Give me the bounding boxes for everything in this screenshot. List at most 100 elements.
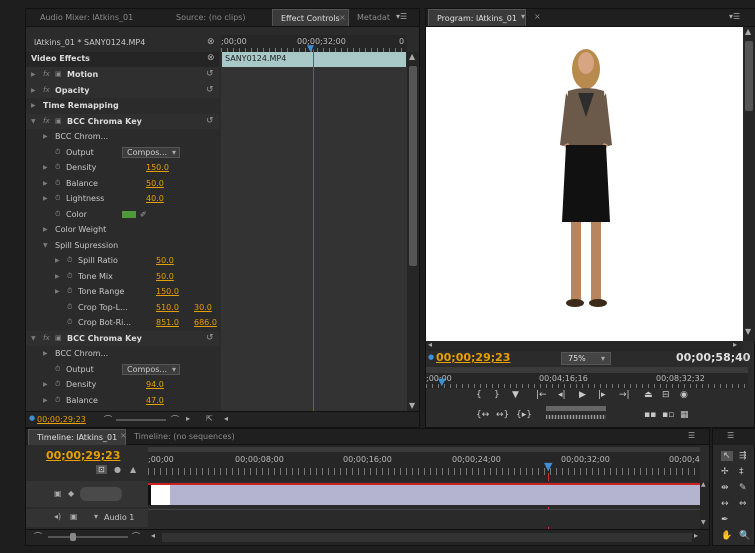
collapsed-triangle-icon[interactable]: ▶ [55, 284, 60, 300]
marker-icon[interactable]: ▼ [512, 390, 519, 400]
toggle-timeline-icon[interactable]: ⊗ [207, 37, 215, 47]
timeline-vscroll-down-icon[interactable]: ▼ [701, 519, 706, 526]
timeline-current-time[interactable]: 00;00;29;23 [46, 449, 120, 462]
panel-menu-icon[interactable]: ▾☰ [396, 12, 407, 21]
stopwatch-icon[interactable]: ⏱ [67, 315, 72, 331]
effect-row-value[interactable]: 510.0 [156, 300, 179, 316]
go-to-out-icon[interactable]: →| [619, 390, 630, 400]
color-swatch[interactable] [122, 210, 136, 218]
stopwatch-icon[interactable]: ⏱ [67, 300, 72, 316]
collapsed-triangle-icon[interactable]: ▶ [43, 393, 48, 409]
effect-row-value[interactable]: 150.0 [146, 160, 169, 176]
shuttle-slider[interactable] [546, 415, 606, 419]
stopwatch-icon[interactable]: ⏱ [55, 362, 60, 378]
collapsed-triangle-icon[interactable]: ▶ [43, 160, 48, 176]
scroll-down-arrow-icon[interactable]: ▼ [409, 401, 415, 410]
effect-row[interactable]: ▶ ⏱ Tone Range 150.0 [26, 284, 219, 300]
rolling-edit-tool-icon[interactable]: ‡ [739, 467, 744, 477]
ripple-edit-tool-icon[interactable]: ✢ [721, 467, 729, 477]
timeline-zoom-out-icon[interactable]: ⌒ [34, 531, 42, 542]
effect-row[interactable]: ⏱ Output Compos... ▾ [26, 145, 219, 161]
hand-tool-icon[interactable]: ✋ [721, 531, 732, 541]
scroll-up-icon[interactable]: ⊗ [207, 53, 215, 63]
reset-effect-icon[interactable]: ↺ [206, 331, 214, 347]
effect-row[interactable]: ▶ ⏱ Density 94.0 [26, 377, 219, 393]
timeline-vscroll-up-icon[interactable]: ▲ [701, 481, 706, 488]
program-panel-menu-icon[interactable]: ▾☰ [729, 12, 740, 21]
toggle-output-icon[interactable]: ▣ [54, 489, 62, 498]
tab-source[interactable]: Source: (no clips) [168, 9, 254, 26]
effect-row-value[interactable]: 851.0 [156, 315, 179, 331]
collapsed-triangle-icon[interactable]: ▶ [31, 98, 36, 114]
effect-row[interactable]: ⏱ Output Compos... ▾ [26, 362, 219, 378]
scroll-up-arrow-icon[interactable]: ▲ [409, 52, 415, 61]
stopwatch-icon[interactable]: ⏱ [67, 253, 72, 269]
slip-tool-icon[interactable]: ↔ [721, 499, 729, 509]
selection-tool-icon[interactable]: ↖ [721, 451, 733, 461]
reset-effect-icon[interactable]: ↺ [206, 114, 214, 130]
effect-row[interactable]: ▶ ⏱ Lightness 40.0 [26, 191, 219, 207]
effect-scrollbar[interactable]: ▲ ▼ [407, 52, 419, 413]
expanded-triangle-icon[interactable]: ▼ [31, 114, 36, 130]
effect-row[interactable]: ⏱ Crop Top-L... 510.0 30.0 [26, 300, 219, 316]
effect-row-value[interactable]: 50.0 [156, 253, 174, 269]
stopwatch-icon[interactable]: ⏱ [55, 176, 60, 192]
effect-row[interactable]: ▶ Color Weight [26, 222, 219, 238]
effect-row-value[interactable]: 94.0 [146, 377, 164, 393]
mark-out-icon[interactable]: } [494, 390, 500, 400]
extract-icon[interactable]: ⊟ [662, 390, 670, 400]
reset-effect-icon[interactable]: ↺ [206, 67, 214, 83]
zoom-in-icon[interactable]: ⌒ [171, 414, 179, 425]
export-icon[interactable]: ⇱ [206, 414, 213, 423]
motion-transform-icon[interactable]: ▣ [55, 331, 62, 347]
effect-row[interactable]: ▶ ⏱ Balance 47.0 [26, 393, 219, 409]
video-track-name-field[interactable] [80, 487, 122, 501]
stopwatch-icon[interactable]: ⏱ [55, 191, 60, 207]
effect-row[interactable]: ▶ ⏱ Spill Ratio 50.0 [26, 253, 219, 269]
jog-slider[interactable] [546, 406, 606, 411]
tab-effect-controls[interactable]: Effect Controls [272, 9, 349, 26]
monitor-scroll-down-icon[interactable]: ▼ [745, 327, 751, 336]
play-audio-icon[interactable]: ▸ [186, 414, 190, 423]
effect-row-value[interactable]: 47.0 [146, 393, 164, 409]
trim-icon[interactable]: ▪▫ [662, 410, 674, 420]
collapsed-triangle-icon[interactable]: ▶ [43, 129, 48, 145]
timeline-scroll-right-icon[interactable]: ▸ [694, 531, 698, 540]
collapsed-triangle-icon[interactable]: ▶ [55, 253, 60, 269]
footer-timecode[interactable]: 00;00;29;23 [37, 415, 86, 424]
effect-row[interactable]: ▶ ⏱ Tone Mix 50.0 [26, 269, 219, 285]
program-dropdown-icon[interactable]: ▾ [521, 12, 525, 21]
effect-row[interactable]: ▶ ⏱ Density 150.0 [26, 160, 219, 176]
program-playhead-icon[interactable]: ▼ [438, 377, 446, 388]
lock-track-icon[interactable]: ◆ [68, 489, 74, 498]
monitor-scroll-right-icon[interactable]: ▸ [733, 340, 737, 349]
output-dropdown[interactable]: Compos... ▾ [122, 146, 180, 158]
timeline-vscroll[interactable]: ▲ ▼ [700, 481, 709, 529]
timeline-panel-menu-icon[interactable]: ☰ [688, 431, 695, 440]
play-in-to-out-icon[interactable]: {↔ [476, 410, 489, 420]
effect-row[interactable]: ▶ BCC Chrom... [26, 129, 219, 145]
program-close-tab-icon[interactable]: × [534, 12, 541, 21]
set-marker-icon[interactable]: ● [114, 465, 121, 474]
fx-badge-icon[interactable]: fx [43, 67, 50, 83]
fx-badge-icon[interactable]: fx [43, 331, 50, 347]
collapsed-triangle-icon[interactable]: ▶ [31, 67, 36, 83]
motion-transform-icon[interactable]: ▣ [55, 67, 62, 83]
output-dropdown[interactable]: Compos... ▾ [122, 363, 180, 375]
effect-row-value[interactable]: 150.0 [156, 284, 179, 300]
tab-program[interactable]: Program: lAtkins_01 [428, 9, 526, 26]
go-to-in-icon[interactable]: |← [536, 390, 547, 400]
motion-transform-icon[interactable]: ▣ [55, 114, 62, 130]
tools-menu-icon[interactable]: ☰ [727, 431, 734, 440]
stopwatch-icon[interactable]: ⏱ [55, 160, 60, 176]
razor-tool-icon[interactable]: ✎ [739, 483, 747, 493]
scroll-left-icon[interactable]: ◂ [224, 414, 228, 423]
effect-row[interactable]: ⏱ Color ✐ [26, 207, 219, 223]
loop-icon[interactable]: ↔} [496, 410, 509, 420]
stopwatch-icon[interactable]: ⏱ [55, 393, 60, 409]
slide-tool-icon[interactable]: ⇔ [739, 499, 747, 509]
effect-row[interactable]: ▶ fx Opacity ↺ [26, 82, 219, 98]
monitor-scroll-left-icon[interactable]: ◂ [428, 340, 432, 349]
timeline-zoom-thumb[interactable] [70, 533, 76, 541]
tab-audio-mixer[interactable]: Audio Mixer: lAtkins_01 [32, 9, 141, 26]
